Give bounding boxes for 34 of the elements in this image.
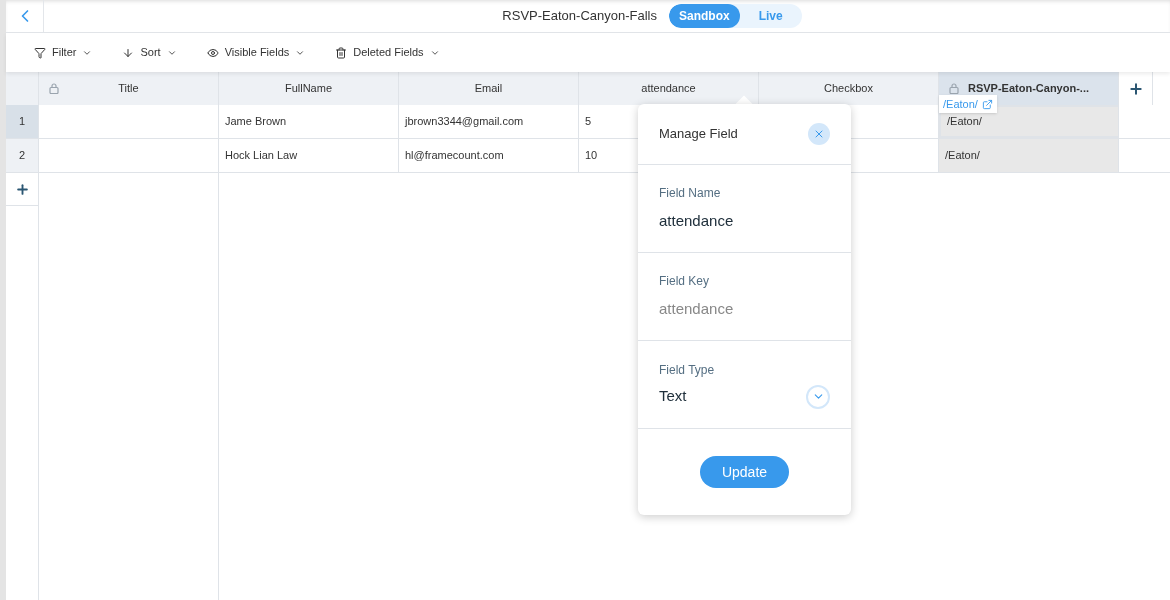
collection-title: RSVP-Eaton-Canyon-Falls: [502, 7, 657, 26]
row-number[interactable]: 2: [6, 139, 39, 172]
toolbar-button[interactable]: Sort: [122, 44, 177, 61]
field-value[interactable]: attendance: [659, 210, 830, 233]
field-label: Field Type: [659, 361, 716, 379]
close-icon: [813, 128, 825, 140]
plus-icon: [1127, 80, 1144, 97]
table-cell[interactable]: hl@framecount.com: [399, 139, 579, 172]
table-cell[interactable]: /Eaton/: [939, 139, 1119, 172]
row-number[interactable]: 1: [6, 105, 39, 138]
column-header[interactable]: FullName: [219, 72, 399, 105]
column-header[interactable]: Email: [399, 72, 579, 105]
toolbar-button[interactable]: Filter: [34, 44, 93, 61]
popover-title: Manage Field: [659, 125, 738, 144]
visible-icon: [206, 46, 219, 59]
toolbar-button[interactable]: Visible Fields: [206, 44, 306, 61]
deleted-icon: [335, 46, 348, 59]
table-cell[interactable]: Hock Lian Law: [219, 139, 399, 172]
filter-icon: [34, 46, 46, 59]
column-header[interactable]: Checkbox: [759, 72, 939, 105]
table-cell[interactable]: Jame Brown: [219, 105, 399, 138]
sort-icon: [122, 46, 135, 59]
field-label: Field Name: [659, 185, 722, 203]
dropdown-button[interactable]: [806, 384, 830, 409]
field-label: Field Key: [659, 273, 711, 291]
table-cell[interactable]: jbrown3344@gmail.com: [399, 105, 579, 138]
close-button[interactable]: [808, 123, 830, 145]
column-header[interactable]: Title: [39, 72, 219, 105]
field-value: attendance: [659, 299, 735, 320]
column-header[interactable]: attendance: [579, 72, 759, 105]
external-link-icon: [981, 98, 993, 110]
plus-icon: [14, 181, 30, 197]
toolbar-button[interactable]: Deleted Fields: [335, 44, 440, 61]
field-type-value: Text: [659, 386, 687, 407]
